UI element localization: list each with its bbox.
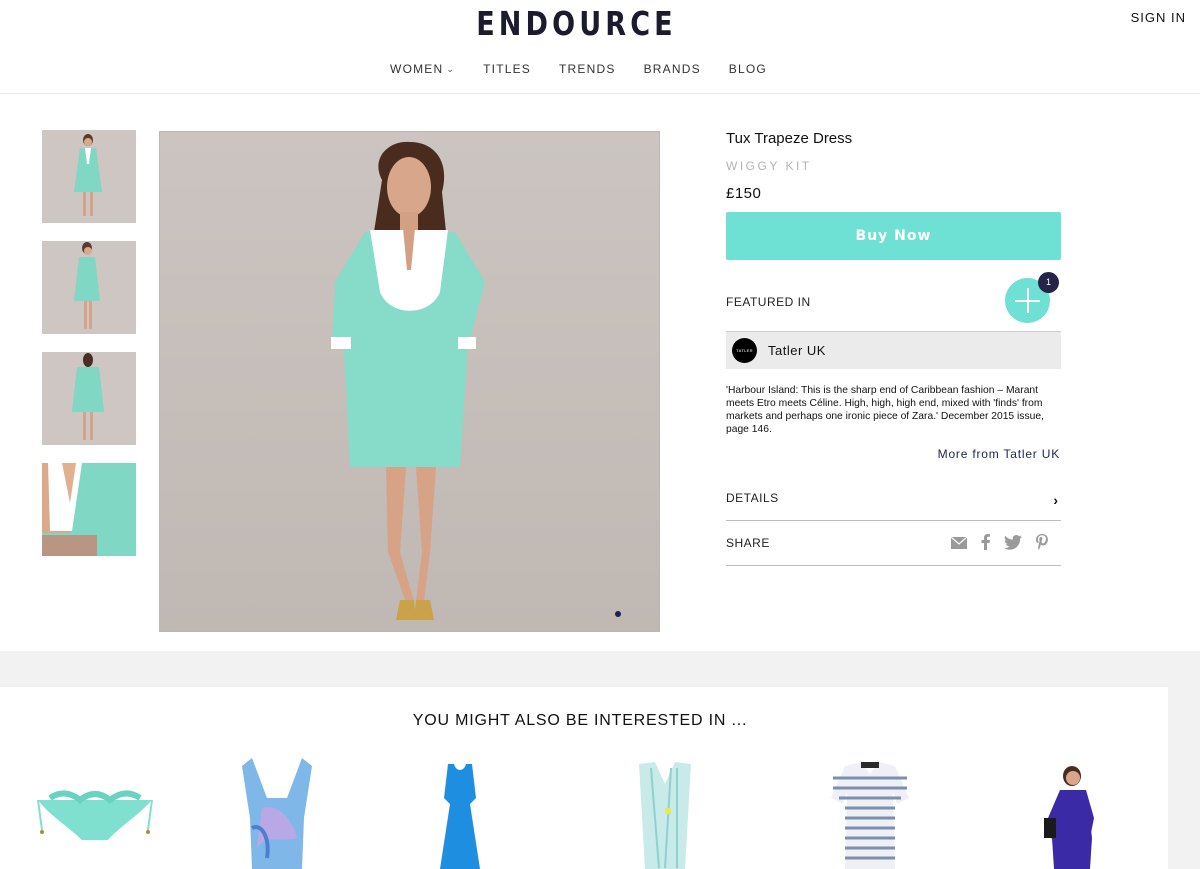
product-thumbnail[interactable] — [42, 463, 136, 556]
twitter-icon[interactable] — [1004, 534, 1022, 555]
nav-item-brands[interactable]: BRANDS — [644, 62, 701, 76]
pinterest-icon[interactable] — [1036, 534, 1048, 555]
product-info: Tux Trapeze Dress WIGGY KIT £150 Buy Now — [726, 128, 1061, 260]
publication-item[interactable]: TATLER Tatler UK — [726, 332, 1061, 369]
carousel-dot[interactable] — [615, 611, 621, 617]
recommendation-item-striped-dress[interactable] — [825, 758, 915, 869]
site-header: ENDOURCE SIGN IN WOMEN ⌄ TITLES TRENDS B… — [0, 0, 1200, 94]
featured-in-label: FEATURED IN — [726, 295, 811, 309]
product-thumbnail[interactable] — [42, 130, 136, 223]
product-price: £150 — [726, 185, 762, 202]
product-brand[interactable]: WIGGY KIT — [726, 159, 1061, 173]
product-title: Tux Trapeze Dress — [726, 130, 853, 147]
chevron-down-icon: ⌄ — [446, 63, 456, 74]
nav-item-trends[interactable]: TRENDS — [559, 62, 616, 76]
email-icon[interactable] — [950, 536, 968, 554]
nav-item-label: WOMEN — [390, 62, 444, 76]
recommendation-item-purple-dress[interactable] — [1030, 758, 1110, 869]
recommendation-item-kaftan[interactable] — [625, 758, 705, 869]
details-row[interactable]: DETAILS › — [726, 476, 1061, 521]
recommendation-item-swimsuit[interactable] — [222, 758, 332, 869]
buy-now-button[interactable]: Buy Now — [726, 212, 1061, 260]
more-from-publication-link[interactable]: More from Tatler UK — [726, 447, 1060, 461]
featured-in-section: FEATURED IN 1 — [726, 272, 1061, 332]
share-row: SHARE — [726, 521, 1061, 566]
nav-item-titles[interactable]: TITLES — [483, 62, 531, 76]
nav-item-label: BRANDS — [643, 62, 701, 76]
nav-item-women[interactable]: WOMEN ⌄ — [390, 62, 455, 76]
thumbnail-list — [42, 130, 136, 574]
publication-logo: TATLER — [732, 338, 757, 363]
nav-item-label: TRENDS — [559, 62, 616, 76]
details-label: DETAILS — [726, 491, 779, 505]
recommendation-item-bikini[interactable] — [30, 758, 160, 869]
recommendation-item-blue-dress[interactable] — [420, 758, 500, 869]
product-thumbnail[interactable] — [42, 352, 136, 445]
share-icons — [950, 534, 1048, 555]
facebook-icon[interactable] — [981, 534, 990, 555]
nav-item-label: TITLES — [483, 62, 532, 76]
main-nav: WOMEN ⌄ TITLES TRENDS BRANDS BLOG — [0, 62, 1157, 76]
publication-name: Tatler UK — [768, 343, 826, 358]
nav-item-label: BLOG — [728, 62, 767, 76]
main-product-image[interactable] — [159, 131, 660, 632]
publication-quote: 'Harbour Island: This is the sharp end o… — [726, 385, 1044, 435]
recommendations-title: YOU MIGHT ALSO BE INTERESTED IN ... — [412, 712, 748, 729]
share-label: SHARE — [726, 536, 770, 550]
site-logo[interactable]: ENDOURCE — [104, 4, 1049, 43]
product-thumbnail[interactable] — [42, 241, 136, 334]
sign-in-link[interactable]: SIGN IN — [1131, 10, 1186, 25]
featured-count-badge: 1 — [1038, 272, 1059, 293]
chevron-right-icon: › — [1053, 492, 1058, 508]
nav-item-blog[interactable]: BLOG — [729, 62, 767, 76]
